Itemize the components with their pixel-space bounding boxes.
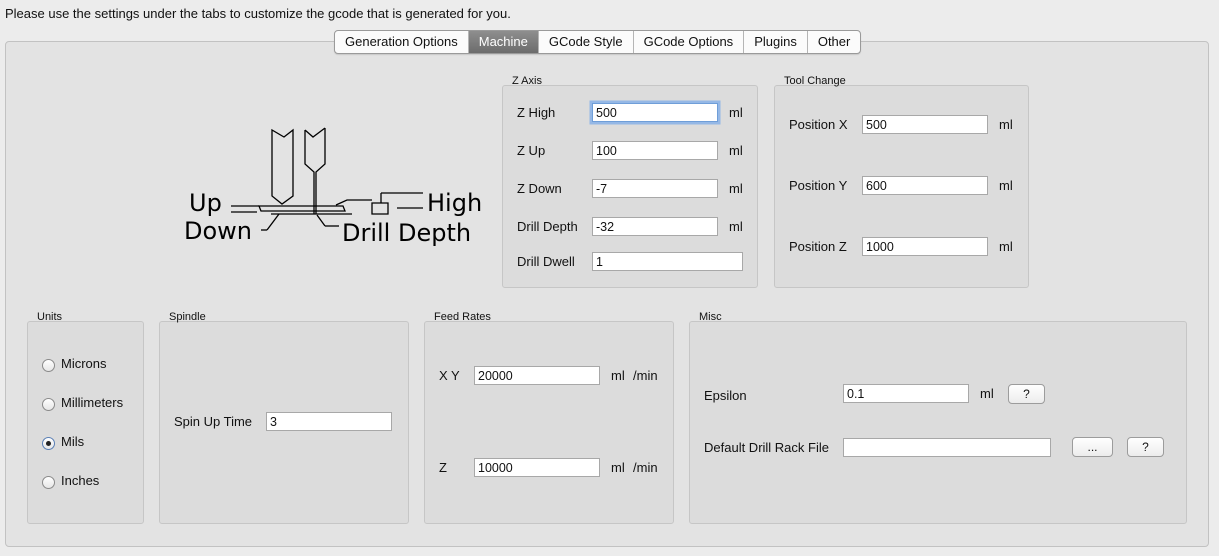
feed-rates-title: Feed Rates xyxy=(434,311,491,323)
drill-bit-shape xyxy=(304,128,326,214)
z-down-unit: ml xyxy=(729,181,743,196)
pad-shape xyxy=(371,202,389,215)
drill-dwell-input[interactable] xyxy=(592,252,743,271)
tab-generation-options[interactable]: Generation Options xyxy=(335,31,469,53)
z-down-label: Z Down xyxy=(517,181,562,196)
misc-title: Misc xyxy=(699,311,722,323)
z-up-input[interactable] xyxy=(592,141,718,160)
z-up-label: Z Up xyxy=(517,143,546,158)
epsilon-label: Epsilon xyxy=(704,388,747,403)
position-y-label: Position Y xyxy=(789,178,848,193)
z-high-input[interactable] xyxy=(592,103,718,122)
drill-rack-browse-button[interactable]: ... xyxy=(1072,437,1113,457)
drill-depth-unit: ml xyxy=(729,219,743,234)
diagram-label-up: Up xyxy=(189,189,222,217)
board-shape xyxy=(258,205,352,215)
feed-xy-per: /min xyxy=(633,368,658,383)
spin-up-time-input[interactable] xyxy=(266,412,392,431)
tool-up-shape xyxy=(271,128,294,205)
diagram-label-drill-depth: Drill Depth xyxy=(342,219,471,247)
z-high-unit: ml xyxy=(729,105,743,120)
intro-text: Please use the settings under the tabs t… xyxy=(5,6,511,21)
drill-rack-input[interactable] xyxy=(843,438,1051,457)
tab-gcode-style[interactable]: GCode Style xyxy=(539,31,634,53)
z-axis-title: Z Axis xyxy=(512,75,542,87)
position-x-input[interactable] xyxy=(862,115,988,134)
radio-millimeters-label[interactable]: Millimeters xyxy=(61,395,123,410)
z-high-label: Z High xyxy=(517,105,556,120)
position-z-unit: ml xyxy=(999,239,1013,254)
position-x-label: Position X xyxy=(789,117,848,132)
tab-plugins[interactable]: Plugins xyxy=(744,31,808,53)
z-up-unit: ml xyxy=(729,143,743,158)
diagram-label-down: Down xyxy=(184,217,252,245)
drill-rack-label: Default Drill Rack File xyxy=(704,440,829,455)
radio-mils-label[interactable]: Mils xyxy=(61,434,84,449)
position-z-input[interactable] xyxy=(862,237,988,256)
position-z-label: Position Z xyxy=(789,239,847,254)
drill-rack-help-button[interactable]: ? xyxy=(1127,437,1164,457)
position-x-unit: ml xyxy=(999,117,1013,132)
epsilon-input[interactable] xyxy=(843,384,969,403)
radio-inches-label[interactable]: Inches xyxy=(61,473,99,488)
spindle-title: Spindle xyxy=(169,311,206,323)
feed-z-input[interactable] xyxy=(474,458,600,477)
units-group xyxy=(27,321,144,524)
position-y-unit: ml xyxy=(999,178,1013,193)
epsilon-unit: ml xyxy=(980,386,994,401)
units-title: Units xyxy=(37,311,63,323)
spin-up-time-label: Spin Up Time xyxy=(174,414,253,429)
z-down-input[interactable] xyxy=(592,179,718,198)
tab-bar: Generation Options Machine GCode Style G… xyxy=(334,30,862,54)
radio-inches[interactable] xyxy=(42,476,55,489)
radio-microns-label[interactable]: Microns xyxy=(61,356,107,371)
tool-change-title: Tool Change xyxy=(784,75,846,87)
feed-z-per: /min xyxy=(633,460,658,475)
tab-gcode-options[interactable]: GCode Options xyxy=(634,31,745,53)
radio-millimeters[interactable] xyxy=(42,398,55,411)
tab-machine[interactable]: Machine xyxy=(468,31,539,53)
feed-xy-input[interactable] xyxy=(474,366,600,385)
feed-xy-unit: ml xyxy=(611,368,625,383)
drill-dwell-label: Drill Dwell xyxy=(517,254,575,269)
feed-xy-label: X Y xyxy=(439,368,460,383)
drill-depth-label: Drill Depth xyxy=(517,219,578,234)
tab-other[interactable]: Other xyxy=(808,31,861,53)
epsilon-help-button[interactable]: ? xyxy=(1008,384,1045,404)
radio-mils[interactable] xyxy=(42,437,55,450)
misc-group xyxy=(689,321,1187,524)
feed-z-unit: ml xyxy=(611,460,625,475)
diagram-label-high: High xyxy=(427,189,482,217)
feed-rates-group xyxy=(424,321,674,524)
drill-depth-input[interactable] xyxy=(592,217,718,236)
feed-z-label: Z xyxy=(439,460,447,475)
radio-microns[interactable] xyxy=(42,359,55,372)
position-y-input[interactable] xyxy=(862,176,988,195)
z-axis-diagram: Up Down High Drill Depth xyxy=(184,127,482,247)
